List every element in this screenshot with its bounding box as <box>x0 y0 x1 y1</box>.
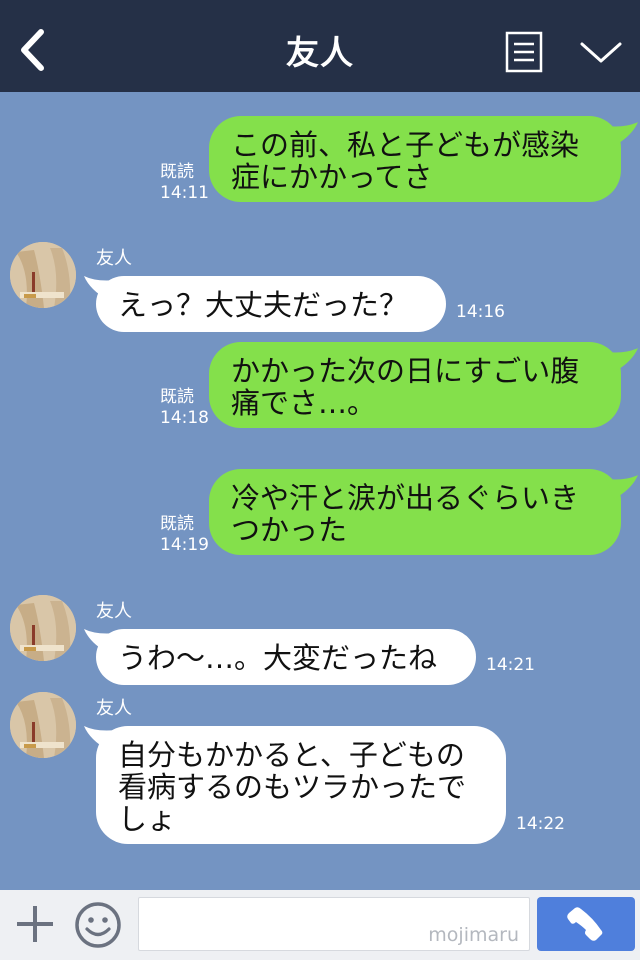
incoming-message[interactable]: うわ〜…。大変だったね <box>96 629 476 685</box>
avatar[interactable] <box>10 595 76 661</box>
chat-header: 友人 <box>0 0 640 92</box>
phone-icon <box>567 907 603 941</box>
watermark-text: mojimaru <box>428 924 519 946</box>
outgoing-message[interactable]: かかった次の日にすごい腹 痛でさ…。 <box>209 342 621 428</box>
avatar-image <box>10 595 76 661</box>
menu-list-icon <box>505 31 543 73</box>
emoji-button[interactable] <box>72 900 124 950</box>
incoming-message[interactable]: えっ？大丈夫だった？ <box>96 276 446 332</box>
chevron-down-icon <box>580 42 622 63</box>
outgoing-message[interactable]: 冷や汗と涙が出るぐらいき つかった <box>209 469 621 555</box>
chat-area[interactable]: 既読 14:11 この前、私と子どもが感染 症にかかってさ 友人 えっ？大丈夫だ… <box>0 92 640 890</box>
message-time: 14:16 <box>456 302 505 322</box>
incoming-message[interactable]: 自分もかかると、子どもの 看病するのもツラかったで しょ <box>96 726 506 844</box>
sender-name: 友人 <box>96 248 132 269</box>
message-input[interactable]: mojimaru <box>138 897 530 951</box>
collapse-button[interactable] <box>574 30 628 74</box>
bubble-tail <box>606 475 638 499</box>
bubble-tail <box>606 122 638 146</box>
avatar-image <box>10 692 76 758</box>
menu-button[interactable] <box>504 30 544 74</box>
avatar[interactable] <box>10 242 76 308</box>
add-button[interactable] <box>12 900 58 948</box>
sender-name: 友人 <box>96 601 132 622</box>
plus-icon <box>17 906 53 942</box>
avatar-image <box>10 242 76 308</box>
sender-name: 友人 <box>96 698 132 719</box>
avatar[interactable] <box>10 692 76 758</box>
outgoing-message[interactable]: この前、私と子どもが感染 症にかかってさ <box>209 116 621 202</box>
call-button[interactable] <box>537 897 635 951</box>
read-status: 既読 14:19 <box>160 514 209 555</box>
read-status: 既読 14:11 <box>160 162 209 203</box>
read-status: 既読 14:18 <box>160 387 209 428</box>
chat-title: 友人 <box>286 33 354 72</box>
message-time: 14:21 <box>486 655 535 675</box>
bubble-tail <box>606 348 638 372</box>
smiley-icon <box>75 902 121 948</box>
message-time: 14:22 <box>516 814 565 834</box>
